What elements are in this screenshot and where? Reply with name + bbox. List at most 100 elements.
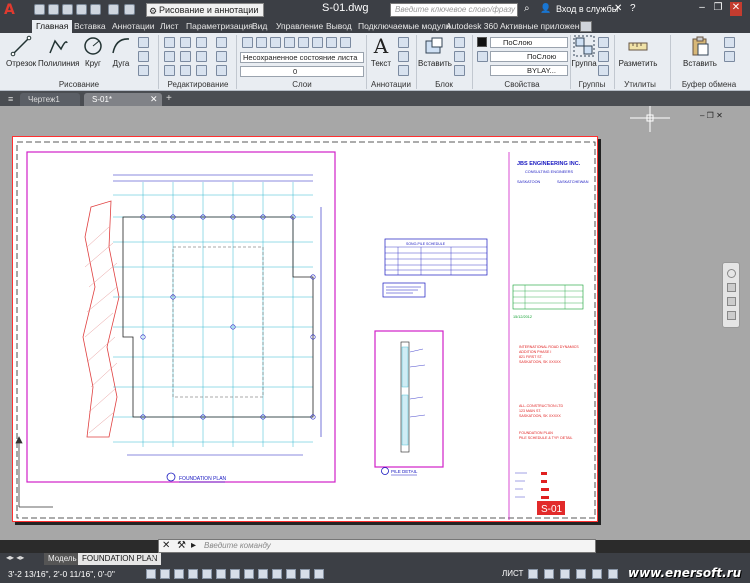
linetype-combo[interactable]: BYLAY... xyxy=(490,65,568,76)
array-icon[interactable] xyxy=(196,65,207,76)
hardware-acceleration-icon[interactable] xyxy=(576,569,586,579)
block-panel-title[interactable]: Блок xyxy=(418,79,470,90)
properties-panel-title[interactable]: Свойства xyxy=(474,79,570,90)
quick-view-icon[interactable] xyxy=(528,569,538,579)
navigation-bar[interactable] xyxy=(722,262,740,328)
color-combo[interactable]: ПоСлою xyxy=(490,37,568,48)
viewport-controls[interactable]: – ❐ ✕ xyxy=(700,111,723,120)
edit-attributes-icon[interactable] xyxy=(454,65,465,76)
grid-icon[interactable] xyxy=(160,569,170,579)
scale-icon[interactable] xyxy=(180,65,191,76)
quick-properties-icon[interactable] xyxy=(286,569,296,579)
file-tab-drawing1[interactable]: Чертеж1 xyxy=(20,93,80,106)
print-icon[interactable] xyxy=(90,4,101,15)
dyn-icon[interactable] xyxy=(244,569,254,579)
tab-parametric[interactable]: Параметризация xyxy=(182,20,257,33)
layer-isolate-icon[interactable] xyxy=(284,37,295,48)
selection-cycling-icon[interactable] xyxy=(300,569,310,579)
tab-annotate[interactable]: Аннотации xyxy=(108,20,159,33)
tab-layout[interactable]: Лист xyxy=(156,20,182,33)
layer-lock-icon[interactable] xyxy=(312,37,323,48)
space-indicator[interactable]: ЛИСТ xyxy=(502,569,523,578)
new-icon[interactable] xyxy=(34,4,45,15)
copy-icon[interactable] xyxy=(164,51,175,62)
group-button[interactable]: Группа xyxy=(571,35,597,68)
add-layout-icon[interactable]: + xyxy=(150,553,155,563)
polar-icon[interactable] xyxy=(188,569,198,579)
new-tab-icon[interactable]: + xyxy=(166,93,172,104)
arc-button[interactable]: Дуга xyxy=(108,35,134,68)
redo-icon[interactable] xyxy=(124,4,135,15)
clean-screen-icon[interactable] xyxy=(608,569,618,579)
annotation-panel-title[interactable]: Аннотации xyxy=(366,79,416,90)
tab-model[interactable]: Модель xyxy=(44,553,81,565)
layer-off-icon[interactable] xyxy=(270,37,281,48)
layer-freeze-icon[interactable] xyxy=(298,37,309,48)
modify-panel-title[interactable]: Редактирование xyxy=(160,79,236,90)
tab-nav-icons[interactable]: ◂▸ ◂▸ xyxy=(6,553,24,562)
ducs-icon[interactable] xyxy=(230,569,240,579)
annotation-monitor-icon[interactable] xyxy=(314,569,324,579)
polyline-button[interactable]: Полилиния xyxy=(38,35,80,68)
utilities-panel-title[interactable]: Утилиты xyxy=(614,79,666,90)
osnap-icon[interactable] xyxy=(202,569,212,579)
hatch-icon[interactable] xyxy=(138,51,149,62)
isolate-objects-icon[interactable] xyxy=(592,569,602,579)
help-icon[interactable]: ? xyxy=(630,3,642,15)
wrench-icon[interactable]: ⚒ xyxy=(177,540,186,551)
ortho-icon[interactable] xyxy=(174,569,184,579)
pan-icon[interactable] xyxy=(727,283,736,292)
user-icon[interactable]: 👤 xyxy=(540,3,552,15)
rotate-icon[interactable] xyxy=(180,37,191,48)
leader-icon[interactable] xyxy=(398,51,409,62)
tab-manage[interactable]: Управление xyxy=(272,20,327,33)
exchange-icon[interactable]: ✕ xyxy=(614,3,626,15)
fillet-icon[interactable] xyxy=(196,51,207,62)
zoom-icon[interactable] xyxy=(727,297,736,306)
group-select-icon[interactable] xyxy=(598,65,609,76)
file-menu-icon[interactable]: ≡ xyxy=(8,94,18,104)
gradient-icon[interactable] xyxy=(138,65,149,76)
coordinates-readout[interactable]: 3'-2 13/16", 2'-0 11/16", 0'-0" xyxy=(8,569,115,579)
insert-block-button[interactable]: Вставить xyxy=(418,35,452,68)
clipboard-panel-title[interactable]: Буфер обмена xyxy=(674,79,744,90)
search-input[interactable]: Введите ключевое слово/фразу xyxy=(390,3,518,17)
orbit-icon[interactable] xyxy=(727,311,736,320)
tab-foundation-plan[interactable]: FOUNDATION PLAN xyxy=(78,553,162,565)
workspace-switch-icon[interactable] xyxy=(544,569,554,579)
groups-panel-title[interactable]: Группы xyxy=(570,79,614,90)
restore-icon[interactable]: ❐ xyxy=(712,2,724,16)
signin-button[interactable]: Вход в службы xyxy=(556,4,618,14)
move-icon[interactable] xyxy=(164,37,175,48)
workspace-selector[interactable]: ⚙ Рисование и аннотации xyxy=(146,3,264,17)
close-icon[interactable]: ✕ xyxy=(730,2,742,16)
tab-home[interactable]: Главная xyxy=(32,20,73,33)
lineweight-icon[interactable] xyxy=(258,569,268,579)
tab-apps[interactable]: Активные приложения xyxy=(496,20,593,33)
minimize-icon[interactable]: – xyxy=(696,2,708,16)
text-button[interactable]: A Текст xyxy=(368,35,394,68)
tab-autodesk360[interactable]: Autodesk 360 xyxy=(442,20,502,33)
tab-insert[interactable]: Вставка xyxy=(70,20,110,33)
stretch-icon[interactable] xyxy=(164,65,175,76)
erase-icon[interactable] xyxy=(216,37,227,48)
tab-view[interactable]: Вид xyxy=(248,20,271,33)
saveas-icon[interactable] xyxy=(76,4,87,15)
line-button[interactable]: Отрезок xyxy=(6,35,36,68)
otrack-icon[interactable] xyxy=(216,569,226,579)
ungroup-icon[interactable] xyxy=(598,37,609,48)
layer-state-combo[interactable]: Несохраненное состояние листа xyxy=(240,52,364,63)
undo-icon[interactable] xyxy=(108,4,119,15)
ribbon-toggle-icon[interactable] xyxy=(580,21,592,32)
dimension-icon[interactable] xyxy=(398,37,409,48)
layer-properties-icon[interactable] xyxy=(242,37,253,48)
open-icon[interactable] xyxy=(48,4,59,15)
close-command-icon[interactable]: ✕ xyxy=(162,540,170,551)
color-swatch[interactable] xyxy=(477,37,487,47)
close-tab-icon[interactable]: ✕ xyxy=(150,94,158,105)
transparency-icon[interactable] xyxy=(272,569,282,579)
layer-walk-icon[interactable] xyxy=(340,37,351,48)
app-logo[interactable]: A xyxy=(4,2,26,18)
explode-icon[interactable] xyxy=(216,51,227,62)
mirror-icon[interactable] xyxy=(180,51,191,62)
